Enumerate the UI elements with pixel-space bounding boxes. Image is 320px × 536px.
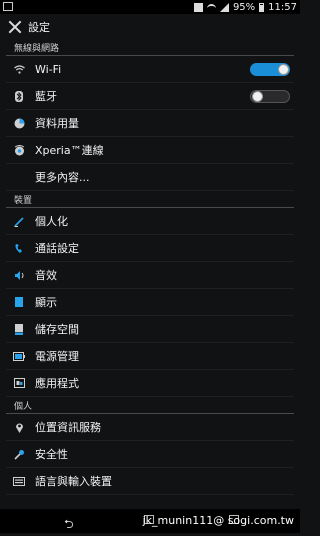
settings-item-label: 安全性: [35, 448, 68, 461]
battery-percent: 95%: [232, 1, 256, 13]
settings-item-label: 顯示: [35, 296, 57, 309]
battery-icon: [12, 349, 26, 363]
settings-item-bluetooth[interactable]: 藍牙: [6, 83, 294, 110]
bluetooth-toggle[interactable]: [250, 90, 290, 103]
keyboard-icon: [12, 474, 26, 488]
action-bar: 設定: [0, 14, 300, 39]
status-bar: 95% 11:57: [0, 0, 300, 14]
signal-icon: [219, 2, 229, 12]
settings-item-label: 語言與輸入裝置: [35, 475, 112, 488]
bluetooth-icon: [12, 89, 26, 103]
section-header-personal: 個人: [6, 397, 294, 414]
phone-icon: [12, 241, 26, 255]
settings-item-label: 通話設定: [35, 242, 79, 255]
settings-item-call-settings[interactable]: 通話設定: [6, 235, 294, 262]
settings-item-data-usage[interactable]: 資料用量: [6, 110, 294, 137]
settings-item-label: 儲存空間: [35, 323, 79, 336]
wrench-screwdriver-icon[interactable]: [8, 20, 22, 34]
settings-item-label: Wi-Fi: [35, 62, 62, 76]
wifi-status-icon: [206, 3, 216, 11]
settings-item-label: 位置資訊服務: [35, 421, 101, 434]
settings-item-label: Xperia™連線: [35, 144, 104, 157]
section-header-device: 裝置: [6, 191, 294, 208]
settings-item-more[interactable]: 更多內容...: [6, 164, 294, 191]
display-icon: [12, 295, 26, 309]
settings-item-label: 更多內容...: [35, 171, 90, 184]
section-header-wireless: 無線與網路: [6, 39, 294, 56]
settings-item-sound[interactable]: 音效: [6, 262, 294, 289]
settings-item-display[interactable]: 顯示: [6, 289, 294, 316]
nfc-icon: [193, 2, 203, 12]
data-usage-icon: [12, 116, 26, 130]
settings-item-apps[interactable]: 應用程式: [6, 370, 294, 397]
battery-icon: [259, 2, 265, 12]
storage-icon: [12, 322, 26, 336]
apps-icon: [12, 376, 26, 390]
clock: 11:57: [268, 1, 297, 13]
settings-list: 無線與網路 Wi-Fi 藍牙 資料用量 Xperia™連線 更多內容... 裝置: [0, 39, 300, 495]
page-title: 設定: [28, 20, 50, 34]
toggle-knob: [252, 91, 263, 102]
watermark: jk_munin111@ sogi.com.tw: [142, 514, 294, 527]
settings-item-label: 資料用量: [35, 117, 79, 130]
settings-item-location[interactable]: 位置資訊服務: [6, 414, 294, 441]
settings-item-label: 電源管理: [35, 350, 79, 363]
settings-item-xperia-connect[interactable]: Xperia™連線: [6, 137, 294, 164]
screenshot-notification-icon: [3, 2, 13, 11]
wifi-icon: [12, 62, 26, 76]
location-icon: [12, 420, 26, 434]
settings-item-wifi[interactable]: Wi-Fi: [6, 56, 294, 83]
settings-item-security[interactable]: 安全性: [6, 441, 294, 468]
settings-item-personalize[interactable]: 個人化: [6, 208, 294, 235]
settings-item-storage[interactable]: 儲存空間: [6, 316, 294, 343]
wifi-toggle[interactable]: [250, 63, 290, 76]
security-icon: [12, 447, 26, 461]
settings-item-label: 應用程式: [35, 377, 79, 390]
settings-item-label: 藍牙: [35, 90, 57, 103]
settings-item-language-input[interactable]: 語言與輸入裝置: [6, 468, 294, 495]
settings-item-label: 音效: [35, 269, 57, 282]
toggle-knob: [278, 64, 289, 75]
personalize-icon: [12, 214, 26, 228]
settings-item-power[interactable]: 電源管理: [6, 343, 294, 370]
xperia-connect-icon: [12, 143, 26, 157]
settings-item-label: 個人化: [35, 215, 68, 228]
sound-icon: [12, 268, 26, 282]
navigation-bar: ⮌ jk_munin111@ sogi.com.tw: [0, 509, 300, 533]
